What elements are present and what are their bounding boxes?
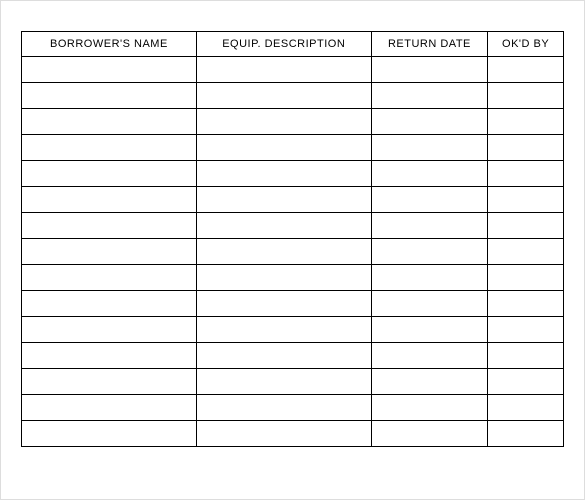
table-cell [488,135,564,161]
table-cell [488,317,564,343]
table-cell [196,421,371,447]
table-cell [488,421,564,447]
table-row [22,109,564,135]
table-cell [488,239,564,265]
table-cell [196,187,371,213]
table-cell [488,161,564,187]
table-row [22,369,564,395]
table-cell [488,187,564,213]
table-row [22,317,564,343]
table-cell [488,291,564,317]
table-cell [488,395,564,421]
table-cell [371,135,488,161]
table-cell [488,369,564,395]
table-cell [371,187,488,213]
table-row [22,187,564,213]
table-row [22,395,564,421]
table-cell [196,83,371,109]
table-cell [371,291,488,317]
table-cell [22,109,197,135]
header-equip-description: EQUIP. DESCRIPTION [196,32,371,57]
table-row [22,161,564,187]
table-cell [371,161,488,187]
table-cell [371,83,488,109]
table-cell [488,83,564,109]
header-return-date: RETURN DATE [371,32,488,57]
table-cell [488,109,564,135]
table-cell [22,343,197,369]
table-cell [22,239,197,265]
equipment-borrowing-table: BORROWER'S NAME EQUIP. DESCRIPTION RETUR… [21,31,564,447]
table-cell [371,213,488,239]
table-cell [22,187,197,213]
table-cell [488,265,564,291]
table-cell [22,421,197,447]
table-cell [22,369,197,395]
table-cell [371,109,488,135]
table-cell [196,369,371,395]
table-row [22,213,564,239]
table-cell [196,291,371,317]
table-row [22,421,564,447]
table-cell [196,161,371,187]
table-row [22,83,564,109]
table-row [22,291,564,317]
table-cell [196,239,371,265]
table-cell [371,239,488,265]
table-cell [22,57,197,83]
table-cell [196,135,371,161]
header-borrower-name: BORROWER'S NAME [22,32,197,57]
table-cell [196,57,371,83]
table-cell [371,421,488,447]
table-cell [488,343,564,369]
table-cell [22,213,197,239]
table-cell [196,343,371,369]
table-cell [371,317,488,343]
header-okd-by: OK'D BY [488,32,564,57]
table-cell [196,317,371,343]
borrowing-log-table: BORROWER'S NAME EQUIP. DESCRIPTION RETUR… [21,31,564,447]
table-cell [371,57,488,83]
table-cell [371,395,488,421]
table-row [22,135,564,161]
table-cell [22,317,197,343]
table-header-row: BORROWER'S NAME EQUIP. DESCRIPTION RETUR… [22,32,564,57]
table-cell [22,83,197,109]
table-row [22,239,564,265]
table-cell [488,57,564,83]
table-cell [22,291,197,317]
table-row [22,343,564,369]
table-cell [22,265,197,291]
table-cell [371,265,488,291]
table-cell [371,369,488,395]
table-cell [196,265,371,291]
table-cell [22,161,197,187]
table-cell [371,343,488,369]
table-cell [22,135,197,161]
table-row [22,265,564,291]
table-row [22,57,564,83]
table-cell [488,213,564,239]
table-cell [196,213,371,239]
table-cell [22,395,197,421]
table-cell [196,109,371,135]
table-cell [196,395,371,421]
